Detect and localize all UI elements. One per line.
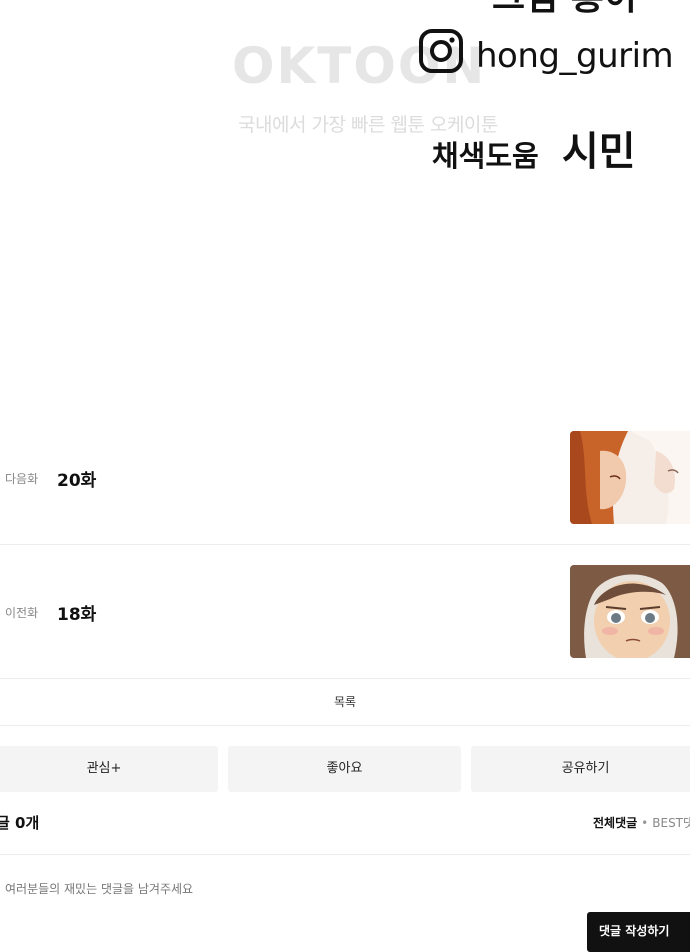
comment-sort-tabs: 전체댓글 • BEST댓 <box>593 814 690 831</box>
next-episode-title: 20화 <box>57 471 97 491</box>
tab-best-comments[interactable]: BEST댓 <box>652 816 690 830</box>
write-comment-button[interactable]: 댓글 작성하기 <box>587 912 690 952</box>
next-episode-thumbnail[interactable] <box>570 431 690 524</box>
comment-count: 글 0개 <box>0 814 40 832</box>
instagram-icon <box>419 29 463 73</box>
tab-separator: • <box>641 816 649 830</box>
credit-art-line: 그림 홍이 <box>492 0 637 18</box>
credit-color-name: 시민 <box>562 129 636 175</box>
instagram-handle: hong_gurim <box>476 36 674 76</box>
prev-episode-title: 18화 <box>57 605 97 625</box>
comment-divider <box>0 854 690 855</box>
prev-episode-link[interactable]: 이전화 18화 <box>0 544 690 679</box>
share-button[interactable]: 공유하기 <box>471 746 690 792</box>
next-episode-link[interactable]: 다음화 20화 <box>0 410 690 545</box>
episode-list-row: 목록 <box>0 679 690 726</box>
episode-list-link[interactable]: 목록 <box>0 679 690 725</box>
watermark-slogan: 국내에서 가장 빠른 웹툰 오케이툰 <box>238 114 498 136</box>
like-button[interactable]: 좋아요 <box>228 746 461 792</box>
episode-credit-image: OKTOON 국내에서 가장 빠른 웹툰 오케이툰 그림 홍이 hong_gur… <box>0 0 690 430</box>
prev-episode-label: 이전화 <box>5 606 39 620</box>
credit-color-label: 채색도움 <box>432 139 539 173</box>
next-episode-label: 다음화 <box>5 472 39 486</box>
tab-all-comments[interactable]: 전체댓글 <box>593 816 637 830</box>
comment-input[interactable]: 여러분들의 재밌는 댓글을 남겨주세요 <box>5 880 193 897</box>
prev-episode-thumbnail[interactable] <box>570 565 690 658</box>
interest-button[interactable]: 관심+ <box>0 746 218 792</box>
